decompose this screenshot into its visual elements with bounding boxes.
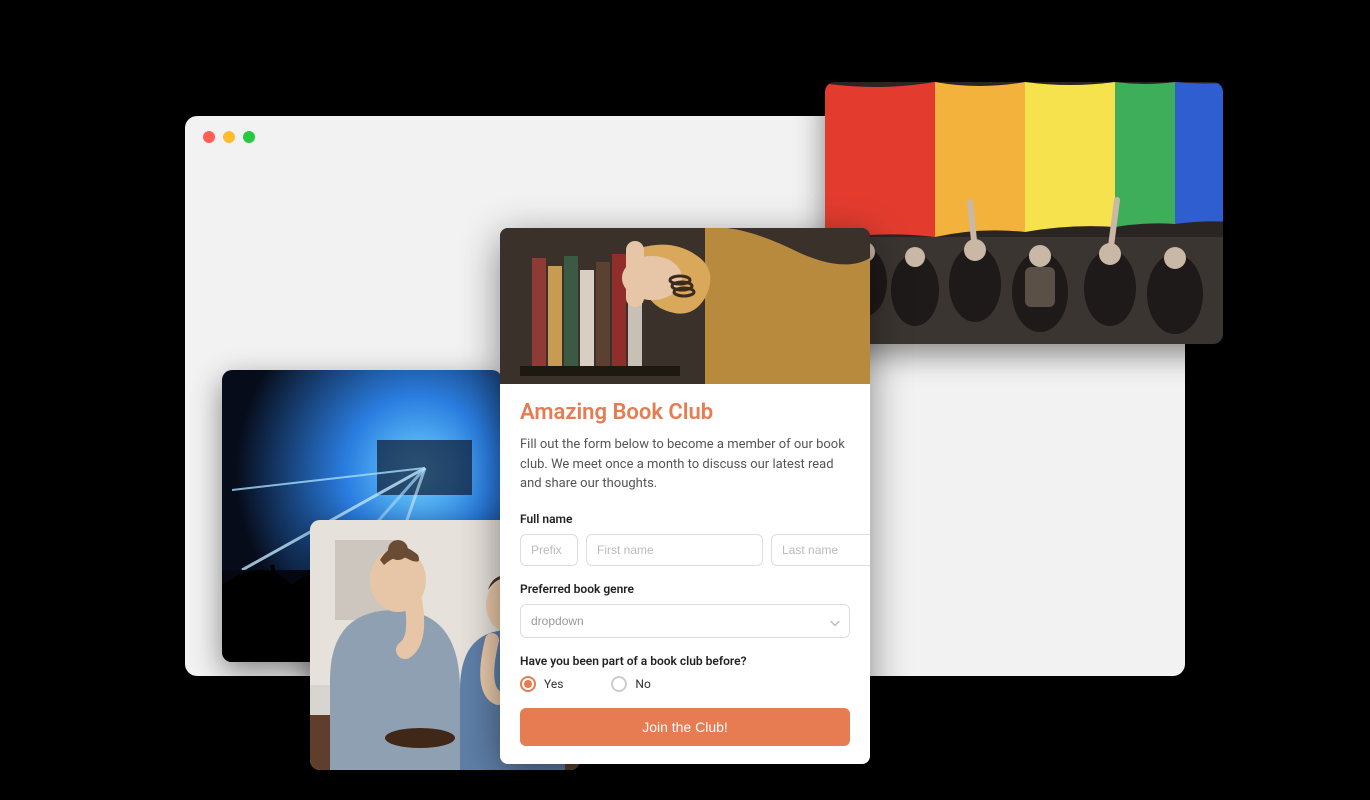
close-window-icon[interactable] bbox=[203, 131, 215, 143]
radio-yes-label: Yes bbox=[544, 677, 563, 691]
minimize-window-icon[interactable] bbox=[223, 131, 235, 143]
form-title: Amazing Book Club bbox=[520, 400, 850, 425]
rainbow-photo bbox=[825, 82, 1223, 344]
genre-label: Preferred book genre bbox=[520, 582, 850, 596]
radio-yes[interactable]: Yes bbox=[520, 676, 563, 692]
radio-icon bbox=[520, 676, 536, 692]
radio-no[interactable]: No bbox=[611, 676, 650, 692]
signup-form-card: Amazing Book Club Fill out the form belo… bbox=[500, 228, 870, 764]
submit-button[interactable]: Join the Club! bbox=[520, 708, 850, 746]
firstname-input[interactable] bbox=[586, 534, 763, 566]
genre-dropdown[interactable]: dropdown bbox=[520, 604, 850, 638]
fullname-label: Full name bbox=[520, 512, 850, 526]
maximize-window-icon[interactable] bbox=[243, 131, 255, 143]
club-before-label: Have you been part of a book club before… bbox=[520, 654, 850, 668]
prefix-input[interactable] bbox=[520, 534, 578, 566]
form-hero-image bbox=[500, 228, 870, 384]
radio-icon bbox=[611, 676, 627, 692]
radio-no-label: No bbox=[635, 677, 650, 691]
form-description: Fill out the form below to become a memb… bbox=[520, 435, 850, 494]
lastname-input[interactable] bbox=[771, 534, 870, 566]
